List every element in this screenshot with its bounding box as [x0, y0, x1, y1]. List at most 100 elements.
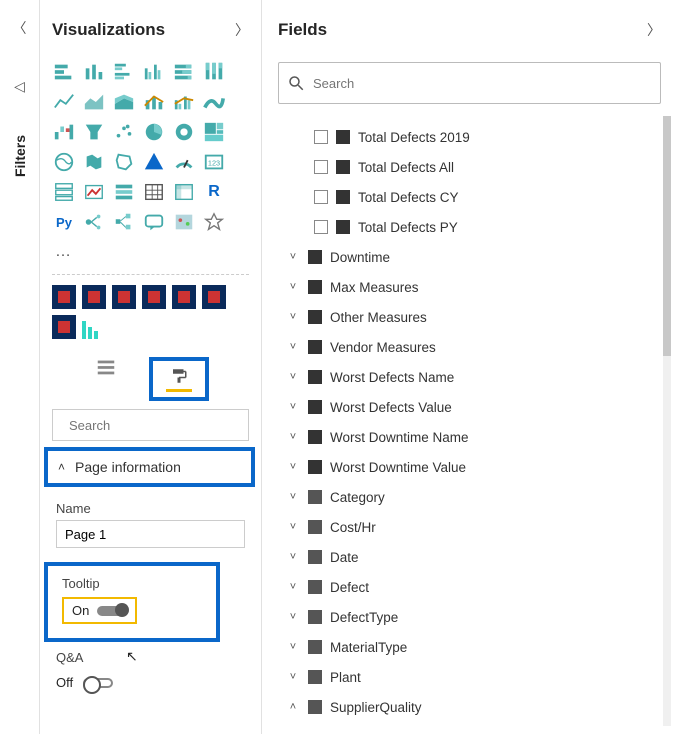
custom-visual-2[interactable]	[82, 285, 106, 309]
selection-icon[interactable]: ◁	[14, 78, 25, 95]
checkbox-icon[interactable]	[314, 190, 328, 204]
chevron-down-icon: ˅	[286, 521, 300, 533]
viz-100-stacked-bar-icon[interactable]	[172, 60, 196, 84]
viz-slicer-icon[interactable]	[112, 180, 136, 204]
viz-stacked-column-icon[interactable]	[82, 60, 106, 84]
viz-kpi-icon[interactable]	[82, 180, 106, 204]
viz-clustered-column-icon[interactable]	[142, 60, 166, 84]
viz-get-more-icon[interactable]	[202, 210, 226, 234]
collapse-viz-icon[interactable]: 〉	[235, 20, 249, 40]
tab-format[interactable]	[149, 357, 209, 401]
field-table[interactable]: ˅Category	[278, 482, 661, 512]
field-group[interactable]: ˅Worst Downtime Value	[278, 452, 661, 482]
viz-shape-map-icon[interactable]	[112, 150, 136, 174]
custom-visual-7[interactable]	[52, 315, 76, 339]
calculator-icon	[336, 190, 350, 204]
qa-toggle[interactable]: Off	[56, 675, 245, 690]
field-group[interactable]: ˅Max Measures	[278, 272, 661, 302]
collapse-left-icon[interactable]: 〈	[13, 18, 27, 38]
measure-group-icon	[308, 430, 322, 444]
custom-visual-6[interactable]	[202, 285, 226, 309]
table-icon	[308, 490, 322, 504]
fields-search-input[interactable]	[313, 76, 652, 91]
scrollbar[interactable]	[663, 116, 671, 726]
calculator-icon	[336, 220, 350, 234]
viz-line-clustered-column-icon[interactable]	[172, 90, 196, 114]
field-measure[interactable]: Total Defects 2019	[278, 122, 661, 152]
chevron-down-icon: ˅	[286, 461, 300, 473]
custom-visual-5[interactable]	[172, 285, 196, 309]
viz-100-stacked-column-icon[interactable]	[202, 60, 226, 84]
viz-line-stacked-column-icon[interactable]	[142, 90, 166, 114]
viz-ribbon-icon[interactable]	[202, 90, 226, 114]
viz-map-icon[interactable]	[52, 150, 76, 174]
page-name-input[interactable]	[56, 520, 245, 548]
fields-search-box[interactable]	[278, 62, 661, 104]
collapse-fields-icon[interactable]: 〉	[647, 20, 661, 40]
viz-pie-icon[interactable]	[142, 120, 166, 144]
field-table[interactable]: ˅MaterialType	[278, 632, 661, 662]
viz-matrix-icon[interactable]	[172, 180, 196, 204]
viz-donut-icon[interactable]	[172, 120, 196, 144]
qa-label: Q&A	[56, 650, 245, 665]
viz-funnel-icon[interactable]	[82, 120, 106, 144]
viz-waterfall-icon[interactable]	[52, 120, 76, 144]
viz-area-icon[interactable]	[82, 90, 106, 114]
viz-line-icon[interactable]	[52, 90, 76, 114]
calculator-icon	[336, 160, 350, 174]
field-group[interactable]: ˅Vendor Measures	[278, 332, 661, 362]
tab-fields[interactable]	[93, 357, 119, 381]
field-table[interactable]: ˅Defect	[278, 572, 661, 602]
format-search-input[interactable]	[69, 418, 245, 433]
viz-treemap-icon[interactable]	[202, 120, 226, 144]
field-table[interactable]: ˅Date	[278, 542, 661, 572]
viz-filled-map-icon[interactable]	[82, 150, 106, 174]
field-group[interactable]: ˅Worst Defects Value	[278, 392, 661, 422]
field-group[interactable]: ˅Downtime	[278, 242, 661, 272]
viz-stacked-area-icon[interactable]	[112, 90, 136, 114]
field-table[interactable]: ˅Cost/Hr	[278, 512, 661, 542]
viz-smart-narrative-icon[interactable]	[172, 210, 196, 234]
custom-visual-1[interactable]	[52, 285, 76, 309]
checkbox-icon[interactable]	[314, 160, 328, 174]
field-table[interactable]: ˅Plant	[278, 662, 661, 692]
field-measure[interactable]: Total Defects PY	[278, 212, 661, 242]
field-group[interactable]: ˅Worst Defects Name	[278, 362, 661, 392]
custom-visual-3[interactable]	[112, 285, 136, 309]
viz-more-icon[interactable]: …	[52, 240, 76, 264]
page-information-section[interactable]: ˄ Page information	[44, 447, 255, 487]
checkbox-icon[interactable]	[314, 220, 328, 234]
custom-visual-bars[interactable]	[82, 315, 106, 339]
checkbox-icon[interactable]	[314, 130, 328, 144]
viz-multirow-card-icon[interactable]	[52, 180, 76, 204]
viz-qa-icon[interactable]	[142, 210, 166, 234]
viz-gauge-icon[interactable]	[172, 150, 196, 174]
viz-decomposition-tree-icon[interactable]	[112, 210, 136, 234]
field-table[interactable]: ˅DefectType	[278, 602, 661, 632]
measure-group-icon	[308, 370, 322, 384]
chevron-down-icon: ˅	[286, 281, 300, 293]
viz-scatter-icon[interactable]	[112, 120, 136, 144]
field-group[interactable]: ˅Other Measures	[278, 302, 661, 332]
viz-r-script-icon[interactable]: R	[202, 180, 226, 204]
field-group[interactable]: ˅Worst Downtime Name	[278, 422, 661, 452]
scrollbar-thumb[interactable]	[663, 116, 671, 356]
chevron-down-icon: ˅	[286, 431, 300, 443]
field-measure[interactable]: Total Defects CY	[278, 182, 661, 212]
tooltip-section: Tooltip On	[44, 562, 220, 642]
tooltip-label: Tooltip	[62, 576, 206, 591]
field-table[interactable]: ˄SupplierQuality	[278, 692, 661, 722]
filters-rail-label[interactable]: Filters	[12, 135, 28, 177]
viz-python-icon[interactable]: Py	[52, 210, 76, 234]
viz-card-icon[interactable]: 123	[202, 150, 226, 174]
format-search-box[interactable]	[52, 409, 249, 441]
custom-visual-4[interactable]	[142, 285, 166, 309]
viz-azure-map-icon[interactable]	[142, 150, 166, 174]
viz-table-icon[interactable]	[142, 180, 166, 204]
viz-stacked-bar-icon[interactable]	[52, 60, 76, 84]
table-icon	[308, 700, 322, 714]
tooltip-toggle[interactable]: On	[62, 597, 137, 624]
viz-key-influencers-icon[interactable]	[82, 210, 106, 234]
viz-clustered-bar-icon[interactable]	[112, 60, 136, 84]
field-measure[interactable]: Total Defects All	[278, 152, 661, 182]
